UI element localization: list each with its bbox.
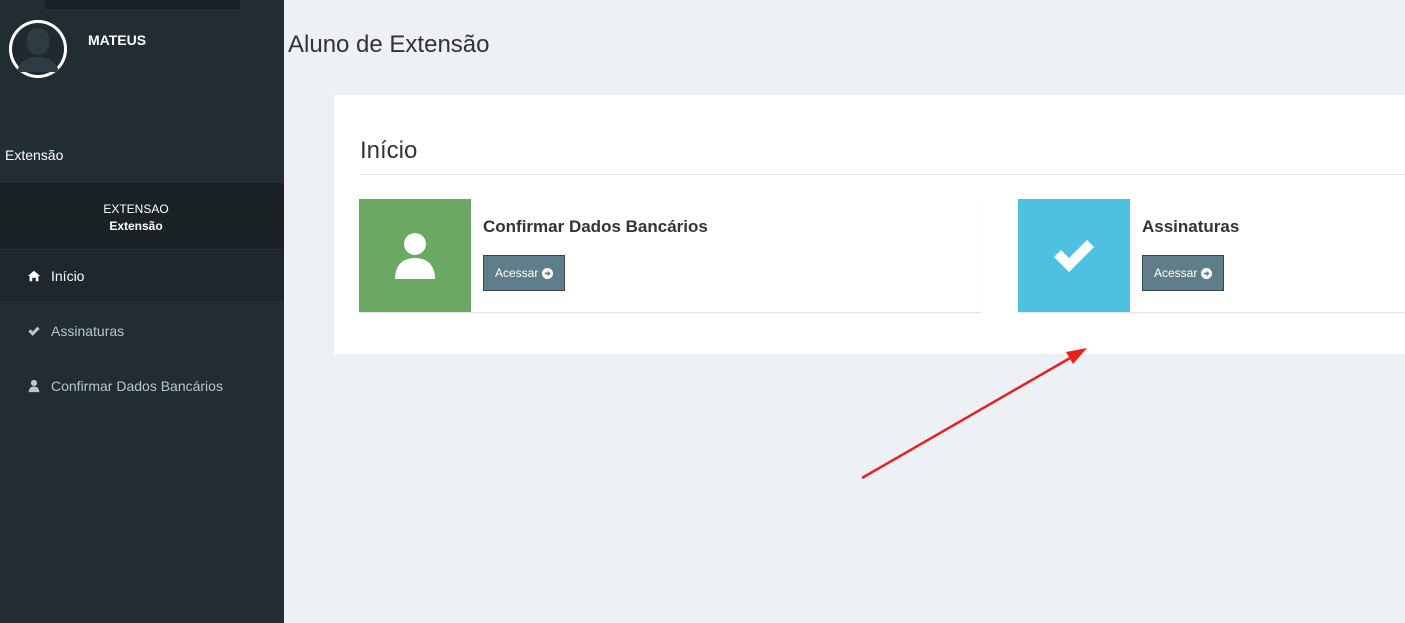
info-box-title: Confirmar Dados Bancários: [483, 217, 708, 236]
button-label: Acessar: [495, 266, 539, 280]
user-panel: MATEUS: [0, 9, 284, 84]
sidebar-item-label: Confirmar Dados Bancários: [51, 377, 223, 394]
main-panel: Início Confirmar Dados Bancários Acessar…: [334, 95, 1405, 354]
sidebar-section-title: Extensão: [5, 147, 64, 163]
unit-code: EXTENSAO: [103, 202, 169, 216]
sidebar: MATEUS Extensão EXTENSAO Extensão Início…: [0, 0, 284, 623]
info-box-icon-area: [1018, 199, 1130, 312]
unit-selector[interactable]: EXTENSAO Extensão: [0, 183, 284, 249]
user-silhouette-icon: [9, 20, 67, 78]
user-icon: [26, 378, 42, 394]
avatar[interactable]: [9, 20, 67, 78]
check-icon: [26, 323, 42, 339]
sidebar-item-label: Início: [51, 267, 85, 284]
sidebar-item-inicio[interactable]: Início: [0, 250, 284, 301]
info-box-assinaturas: Assinaturas Acessar: [1018, 199, 1405, 312]
acessar-button[interactable]: Acessar: [1142, 255, 1225, 291]
sidebar-item-assinaturas[interactable]: Assinaturas: [0, 305, 284, 356]
acessar-button[interactable]: Acessar: [483, 255, 566, 291]
sidebar-item-label: Assinaturas: [51, 322, 125, 339]
info-box-title: Assinaturas: [1142, 217, 1240, 236]
sidebar-item-confirmar-dados-bancarios[interactable]: Confirmar Dados Bancários: [0, 360, 284, 411]
arrow-circle-right-icon: [542, 267, 554, 279]
arrow-circle-right-icon: [1201, 267, 1213, 279]
check-icon: [1054, 239, 1094, 272]
info-box-confirmar-dados-bancarios: Confirmar Dados Bancários Acessar: [359, 199, 981, 312]
sidebar-top-bar: [45, 0, 240, 9]
panel-title: Início: [360, 137, 418, 164]
page-title: Aluno de Extensão: [288, 31, 490, 58]
user-icon: [395, 232, 435, 279]
user-name: MATEUS: [88, 32, 147, 48]
home-icon: [26, 268, 42, 284]
unit-name: Extensão: [109, 219, 163, 233]
divider: [360, 174, 1405, 175]
info-box-icon-area: [359, 199, 471, 312]
button-label: Acessar: [1154, 266, 1198, 280]
